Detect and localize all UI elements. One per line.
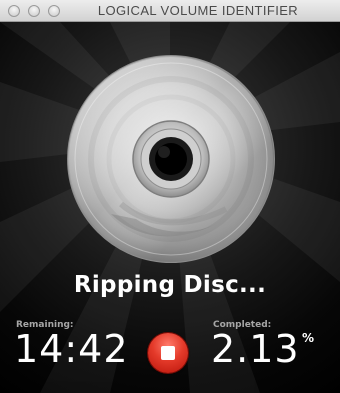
- title-bar[interactable]: LOGICAL VOLUME IDENTIFIER: [0, 0, 340, 22]
- status-text: Ripping Disc...: [73, 272, 267, 298]
- zoom-button[interactable]: [48, 5, 60, 17]
- minimize-button[interactable]: [28, 5, 40, 17]
- completed-value: 2.13: [211, 327, 300, 371]
- ripping-panel: Ripping Disc... Remaining: 14:42 Complet…: [0, 22, 340, 393]
- stop-icon: [161, 346, 175, 360]
- window-title: LOGICAL VOLUME IDENTIFIER: [97, 3, 299, 18]
- close-button[interactable]: [8, 5, 20, 17]
- remaining-time: 14:42: [14, 327, 129, 371]
- stop-button[interactable]: [148, 333, 188, 373]
- percent-sign: %: [302, 331, 315, 345]
- app-window: LOGICAL VOLUME IDENTIFIER Ripping Disc..…: [0, 0, 340, 393]
- disc-icon: [67, 55, 275, 263]
